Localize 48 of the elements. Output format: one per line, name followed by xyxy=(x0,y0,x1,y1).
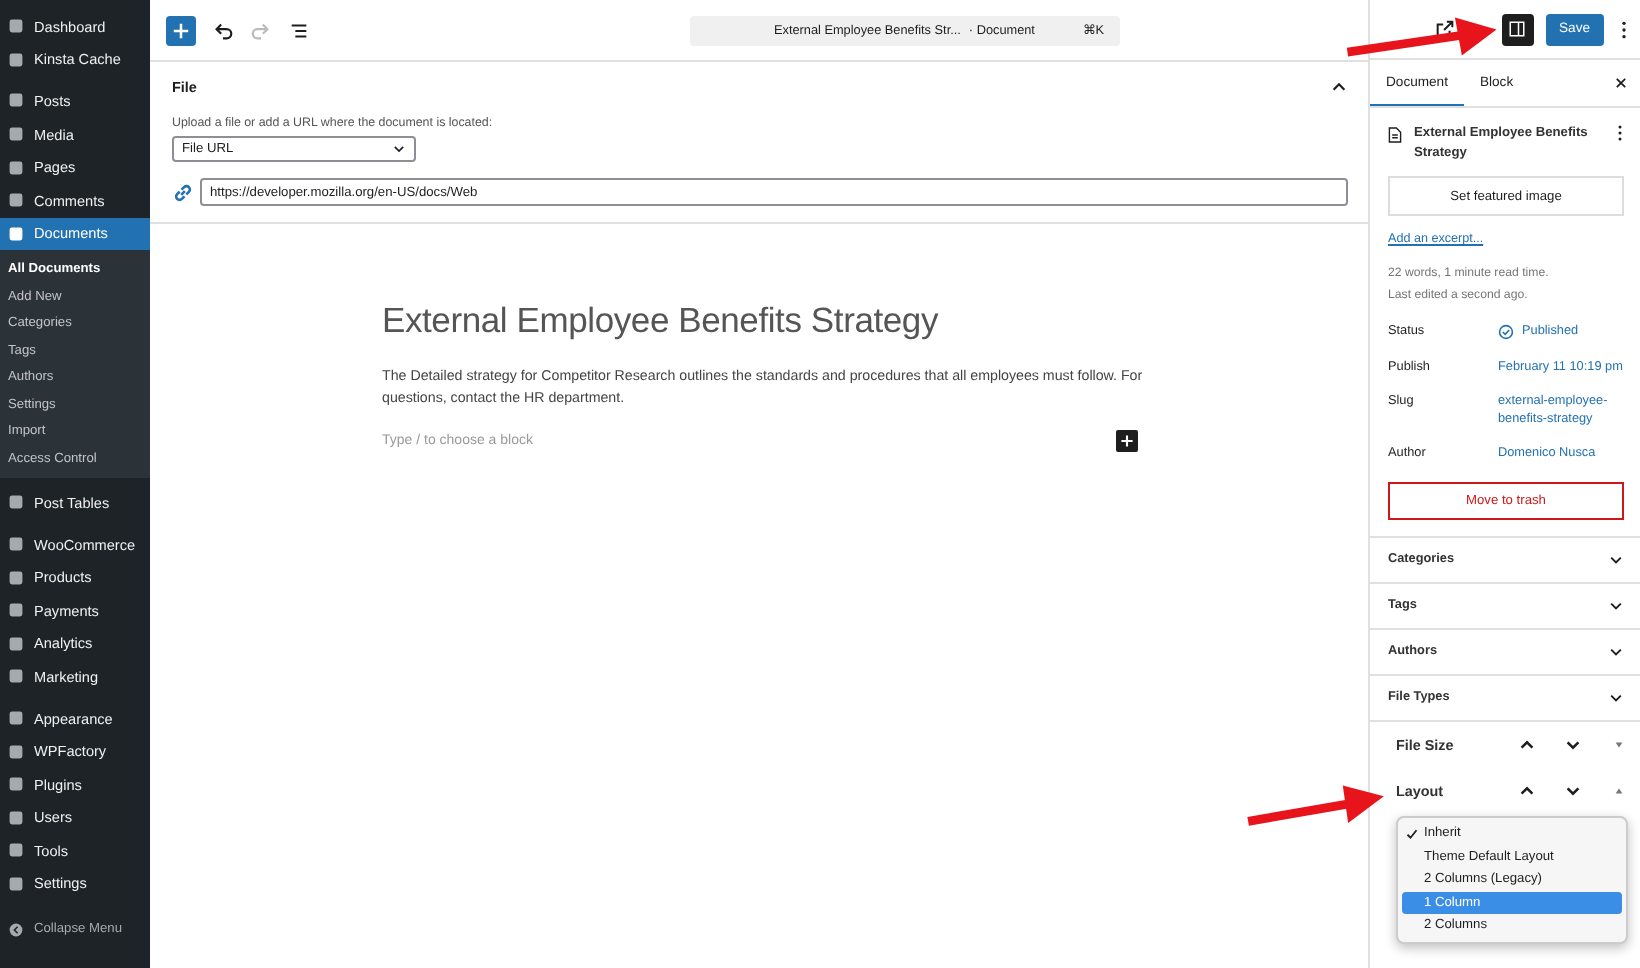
move-up-icon[interactable] xyxy=(1518,735,1536,753)
square-icon xyxy=(8,776,24,793)
move-down-icon[interactable] xyxy=(1564,735,1582,753)
external-link-icon[interactable] xyxy=(1433,18,1455,40)
annotation-arrow xyxy=(1244,782,1388,832)
square-icon xyxy=(8,18,24,35)
square-icon xyxy=(8,710,24,727)
link-icon xyxy=(172,181,194,203)
post-title[interactable]: External Employee Benefits Strategy xyxy=(382,300,1150,342)
list-view-icon[interactable] xyxy=(288,19,310,41)
chevron-icon[interactable] xyxy=(1608,689,1624,705)
square-icon xyxy=(8,668,24,685)
sidebar-panel-icon xyxy=(1508,20,1526,38)
square-icon xyxy=(8,225,24,242)
square-icon xyxy=(8,809,24,826)
toggle-caret-icon[interactable] xyxy=(1614,785,1624,795)
chevron-icon[interactable] xyxy=(1608,597,1624,613)
square-icon xyxy=(8,51,24,68)
square-icon xyxy=(8,602,24,619)
close-icon[interactable] xyxy=(1614,76,1628,90)
square-icon xyxy=(8,842,24,859)
more-options-icon[interactable] xyxy=(1620,19,1628,39)
add-block-button[interactable] xyxy=(1116,430,1138,452)
more-options-icon[interactable] xyxy=(1616,124,1624,142)
undo-icon[interactable] xyxy=(212,19,234,41)
square-icon xyxy=(8,494,24,511)
chevron-down-icon xyxy=(392,142,406,156)
document-icon xyxy=(1388,126,1402,144)
chevron-icon[interactable] xyxy=(1608,551,1624,567)
check-circle-icon xyxy=(1498,324,1514,341)
square-icon xyxy=(8,192,24,209)
move-down-icon[interactable] xyxy=(1564,781,1582,799)
settings-toggle-button[interactable] xyxy=(1501,13,1533,45)
square-icon xyxy=(8,536,24,553)
move-up-icon[interactable] xyxy=(1518,781,1536,799)
square-icon xyxy=(8,159,24,176)
square-icon xyxy=(8,126,24,143)
square-icon xyxy=(8,635,24,652)
square-icon xyxy=(8,92,24,109)
plus-icon xyxy=(172,21,190,39)
square-icon xyxy=(8,743,24,760)
plus-icon xyxy=(1120,434,1134,448)
toggle-caret-icon[interactable] xyxy=(1614,739,1624,749)
chevron-icon[interactable] xyxy=(1608,643,1624,659)
square-icon xyxy=(8,569,24,586)
chevron-icon[interactable] xyxy=(1330,77,1348,95)
circle-icon xyxy=(8,921,24,938)
square-icon xyxy=(8,875,24,892)
